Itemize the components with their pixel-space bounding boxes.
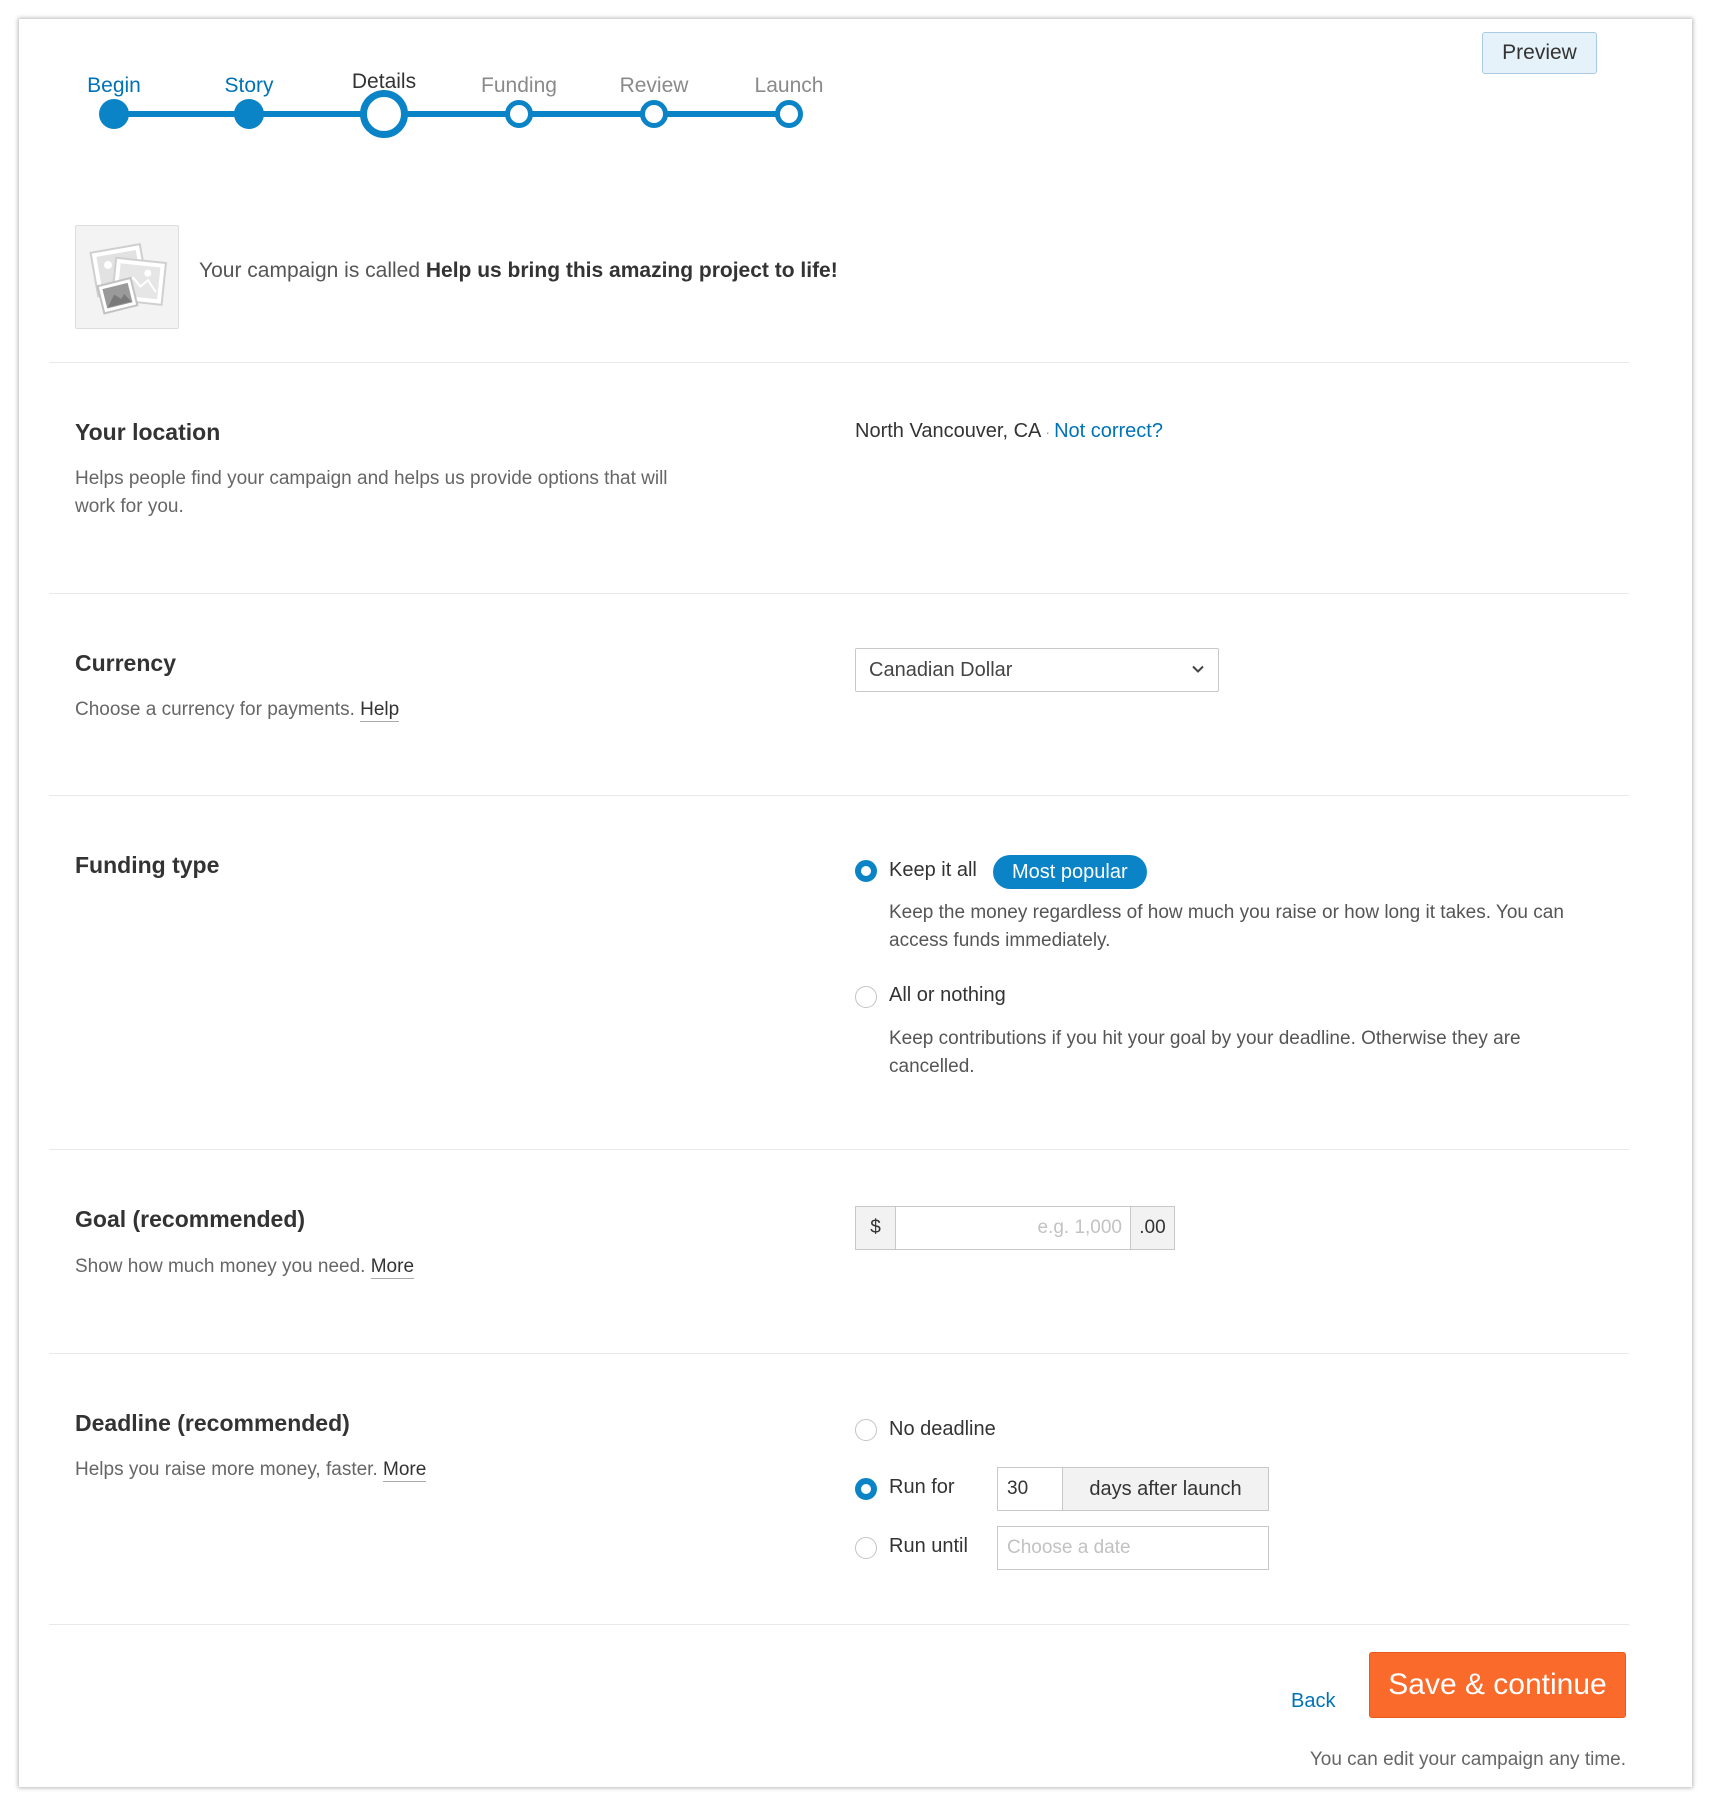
divider [49,1624,1629,1625]
progress-stepper: Begin Story Details Funding Review Launc… [19,19,919,179]
divider [49,1353,1629,1354]
step-story-dot[interactable] [234,99,264,129]
divider [49,593,1629,594]
currency-help-link[interactable]: Help [360,699,400,722]
run-until-radio[interactable] [855,1537,877,1559]
goal-description-row: Show how much money you need. More [75,1253,675,1281]
location-display: North Vancouver, CA · Not correct? [855,420,1163,443]
edit-anytime-note: You can edit your campaign any time. [1309,1749,1626,1770]
save-continue-button[interactable]: Save & continue [1369,1652,1626,1718]
deadline-description: Helps you raise more money, faster. [75,1459,378,1480]
all-or-nothing-radio[interactable] [855,986,877,1008]
chevron-down-icon [1192,665,1204,673]
step-story-label[interactable]: Story [179,74,319,98]
keep-it-all-radio[interactable] [855,860,877,882]
back-link[interactable]: Back [1291,1690,1335,1713]
divider [49,795,1629,796]
campaign-editor-window: Begin Story Details Funding Review Launc… [19,19,1692,1787]
image-placeholder-icon [89,243,168,315]
currency-description-row: Choose a currency for payments. Help [75,696,675,724]
stepper-track [114,111,789,117]
step-funding-dot [505,100,533,128]
currency-description: Choose a currency for payments. [75,699,355,720]
keep-it-all-description: Keep the money regardless of how much yo… [889,902,1564,951]
campaign-name: Help us bring this amazing project to li… [425,259,838,282]
goal-currency-prefix: $ [856,1207,895,1249]
step-review-dot [640,100,668,128]
no-deadline-label[interactable]: No deadline [889,1418,996,1441]
deadline-description-row: Helps you raise more money, faster. More [75,1456,675,1484]
goal-more-link[interactable]: More [370,1256,415,1279]
campaign-thumbnail[interactable] [75,225,179,329]
location-value: North Vancouver, CA [855,420,1042,442]
campaign-name-text: Your campaign is called Help us bring th… [199,259,838,283]
all-or-nothing-description: Keep contributions if you hit your goal … [889,1028,1521,1077]
preview-button[interactable]: Preview [1482,32,1597,74]
currency-select-value: Canadian Dollar [869,659,1013,681]
days-after-launch-label: days after launch [1063,1468,1268,1510]
campaign-name-prefix: Your campaign is called [199,259,426,282]
step-launch-label: Launch [754,74,824,97]
step-begin-dot[interactable] [99,99,129,129]
goal-description: Show how much money you need. [75,1256,366,1277]
run-for-label[interactable]: Run for [889,1476,955,1499]
most-popular-badge: Most popular [993,855,1147,889]
step-review-label: Review [619,74,689,97]
goal-input-group: $ e.g. 1,000 .00 [855,1206,1175,1250]
divider [49,1149,1629,1150]
funding-type-title: Funding type [75,852,220,878]
run-for-days-input[interactable]: 30 [998,1468,1063,1510]
goal-title: Goal (recommended) [75,1206,306,1232]
goal-cents-suffix: .00 [1131,1207,1174,1249]
all-or-nothing-label[interactable]: All or nothing [889,984,1006,1007]
deadline-title: Deadline (recommended) [75,1410,350,1436]
currency-title: Currency [75,650,176,676]
location-title: Your location [75,419,221,445]
step-launch-dot [775,100,803,128]
currency-select[interactable]: Canadian Dollar [855,648,1219,692]
step-begin-label[interactable]: Begin [44,74,184,98]
no-deadline-radio[interactable] [855,1419,877,1441]
location-description: Helps people find your campaign and help… [75,468,668,517]
keep-it-all-label[interactable]: Keep it all [889,859,977,882]
divider [49,362,1629,363]
run-until-date-input[interactable]: Choose a date [997,1526,1269,1570]
location-separator: · [1045,424,1051,440]
run-for-input-group: 30 days after launch [997,1467,1269,1511]
goal-amount-input[interactable]: e.g. 1,000 [895,1207,1131,1249]
step-funding-label: Funding [481,74,557,97]
step-details-dot [360,90,408,138]
location-not-correct-link[interactable]: Not correct? [1054,420,1163,442]
run-for-radio[interactable] [855,1478,877,1500]
run-until-label[interactable]: Run until [889,1535,968,1558]
deadline-more-link[interactable]: More [383,1459,427,1482]
